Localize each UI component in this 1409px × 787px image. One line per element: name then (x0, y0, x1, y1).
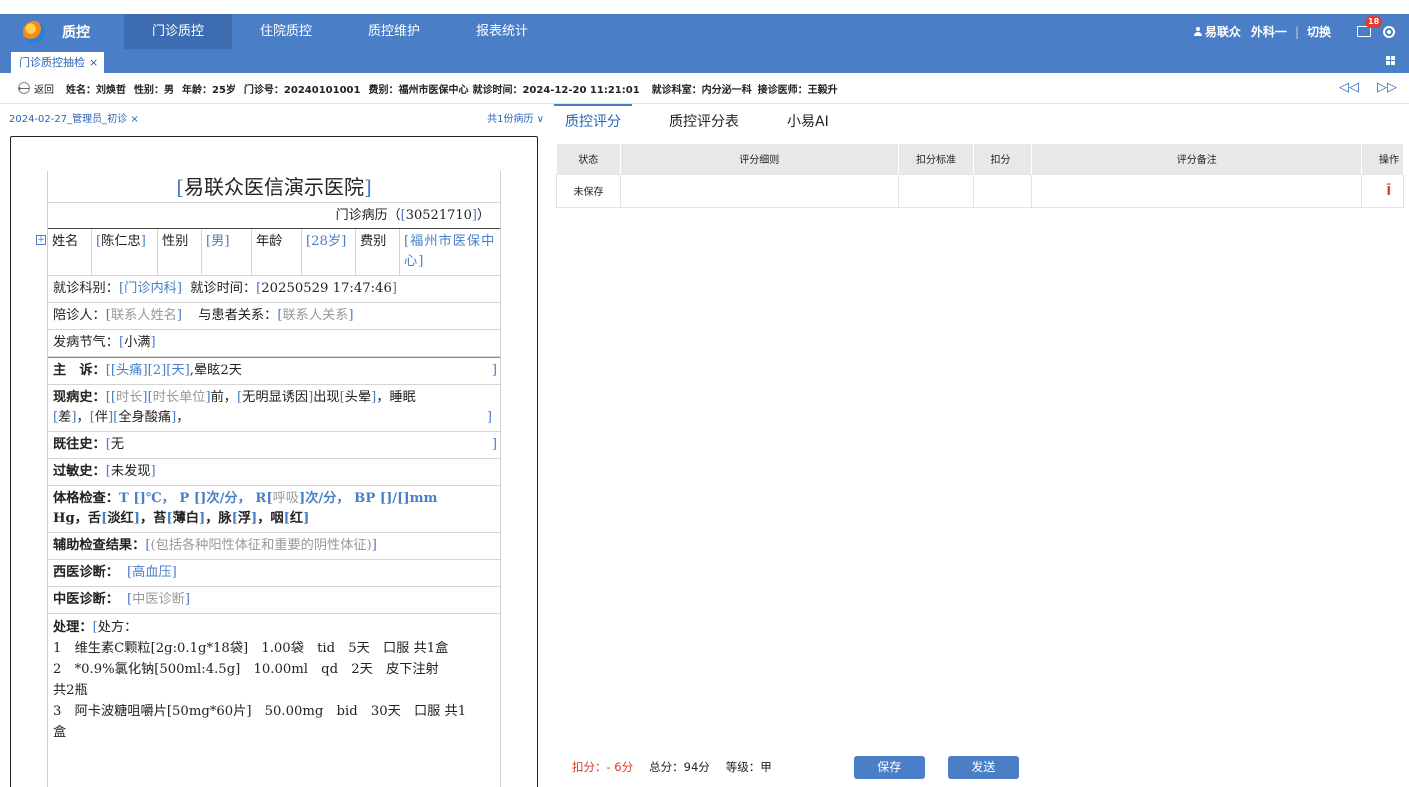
nav-outpatient-qc[interactable]: 门诊质控 (124, 14, 233, 49)
col-status: 状态 (556, 144, 621, 174)
row-deduct[interactable] (973, 173, 1033, 208)
send-button[interactable]: 发送 (947, 755, 1019, 779)
visit-department: 就诊科室：内分泌一科 (651, 84, 752, 96)
sex-label: 性别 (158, 229, 202, 275)
grade-level: 等级：甲 (725, 760, 772, 774)
close-icon[interactable]: × (130, 114, 138, 125)
row-status: 未保存 (556, 173, 621, 208)
auxiliary-exam-row: 辅助检查结果：[(包括各种阳性体征和重要的阴性体征)] (48, 533, 500, 560)
patient-age: 年龄：25岁 (182, 84, 236, 96)
qc-panel: 质控评分 质控评分表 小易AI 状态 评分细则 扣分标准 扣分 评分备注 操作 … (554, 104, 1409, 787)
tcm-diagnosis-row: 中医诊断： [中医诊断] (48, 587, 500, 614)
patient-name: 姓名：刘焕哲 (66, 84, 126, 96)
user-icon (1193, 26, 1203, 37)
message-icon[interactable]: 18 (1357, 16, 1383, 37)
attending-doctor: 接诊医师：王毅升 (757, 84, 838, 96)
treatment-row: 处理：[处方： 1 维生素C颗粒[2g:0.1g*18袋] 1.00袋 tid … (53, 620, 467, 740)
tab-qc-score-sheet[interactable]: 质控评分表 (658, 104, 750, 136)
allergy-history-row: 过敏史：[未发现] (48, 459, 500, 486)
user-dept: 外科一 (1250, 25, 1287, 39)
tab-xiaoyi-ai[interactable]: 小易AI (776, 104, 840, 136)
message-count-badge: 18 (1365, 16, 1383, 28)
name-label: 姓名 (48, 229, 92, 275)
col-action: 操作 (1361, 144, 1404, 174)
age-label: 年龄 (252, 229, 302, 275)
app-root: 质控 门诊质控 住院质控 质控维护 报表统计 易联众 外科一 | 切换 18 门… (0, 0, 1409, 787)
total-score: 总分：94分 (649, 760, 710, 774)
col-standard: 扣分标准 (898, 144, 975, 174)
name-field[interactable]: [陈仁忠] (92, 229, 158, 275)
visit-time: 就诊时间：2024-12-20 11:21:01 (472, 84, 640, 96)
previous-record-icon[interactable]: ◁◁ (1339, 81, 1359, 94)
row-action: Ī (1361, 173, 1404, 208)
record-list-header: 2024-02-27_管理员_初诊 × 共1份病历 ∨ (0, 104, 554, 126)
top-navigation-bar: 质控 门诊质控 住院质控 质控维护 报表统计 易联众 外科一 | 切换 18 (0, 14, 1409, 49)
switch-button[interactable]: 切换 (1307, 23, 1331, 40)
back-button[interactable]: 返回 (34, 81, 54, 96)
physical-exam-row: 体格检查：T []℃， P []次/分， R[呼吸]次/分， BP []/[]m… (48, 486, 500, 533)
nav-report-stats[interactable]: 报表统计 (448, 14, 556, 49)
medical-record-document: [易联众医信演示医院] 门诊病历（[30521710]） + 姓名 [陈仁忠] … (10, 136, 538, 787)
nav-qc-maintenance[interactable]: 质控维护 (340, 14, 448, 49)
patient-basic-info: + 姓名 [陈仁忠] 性别 [男] 年龄 [28岁] 费别 [福州市医保中心] (36, 229, 500, 276)
solar-term-row: 发病节气：[小满] (48, 330, 500, 357)
close-icon[interactable]: × (89, 56, 98, 69)
grid-menu-icon[interactable] (1386, 56, 1395, 65)
companion-row: 陪诊人：[联系人姓名] 与患者关系：[联系人关系] (48, 303, 500, 330)
record-count-dropdown[interactable]: 共1份病历 ∨ (487, 110, 544, 125)
score-table: 状态 评分细则 扣分标准 扣分 评分备注 操作 未保存 Ī (556, 144, 1404, 208)
col-deduct: 扣分 (973, 144, 1033, 174)
col-rule: 评分细则 (620, 144, 899, 174)
qc-tabs: 质控评分 质控评分表 小易AI (554, 104, 1409, 136)
delete-icon[interactable]: Ī (1387, 184, 1391, 198)
western-diagnosis-row: 西医诊断： [高血压] (48, 560, 500, 587)
back-icon[interactable]: ⟵ (18, 82, 30, 94)
nav-inpatient-qc[interactable]: 住院质控 (232, 14, 340, 49)
patient-info-bar: ⟵ 返回 姓名：刘焕哲 性别：男 年龄：25岁 门诊号：20240101001 … (0, 73, 1409, 104)
next-record-icon[interactable]: ▷▷ (1377, 81, 1397, 94)
expand-icon[interactable]: + (36, 235, 46, 245)
record-navigation: ◁◁ ▷▷ (1339, 81, 1397, 94)
chief-complaint-row: 主 诉：[[头痛][2][天],晕眩2天 ] (48, 357, 500, 385)
outpatient-number: 门诊号：20240101001 (243, 84, 361, 96)
save-button[interactable]: 保存 (853, 755, 925, 779)
user-name: 易联众 (1204, 25, 1241, 39)
record-paper: [易联众医信演示医院] 门诊病历（[30521710]） + 姓名 [陈仁忠] … (36, 171, 501, 787)
row-rule[interactable] (619, 173, 899, 208)
table-header: 状态 评分细则 扣分标准 扣分 评分备注 操作 (556, 144, 1404, 174)
fee-field[interactable]: [福州市医保中心] (400, 229, 500, 275)
present-illness-row: 现病史：[[时长][时长单位]前，[无明显诱因]出现[头晕]，睡眠 [差]，[伴… (48, 385, 500, 432)
page-tab-bar: 门诊质控抽检 × (0, 49, 1409, 73)
col-remark: 评分备注 (1031, 144, 1362, 174)
record-tab[interactable]: 2024-02-27_管理员_初诊 × (9, 110, 139, 125)
record-type: 门诊病历（[30521710]） (48, 203, 500, 229)
tab-qc-score[interactable]: 质控评分 (554, 104, 632, 136)
tab-label: 门诊质控抽检 (19, 56, 85, 69)
app-title: 质控 (62, 24, 90, 41)
patient-sex: 性别：男 (134, 84, 174, 96)
gear-icon[interactable] (1383, 25, 1395, 38)
app-logo (16, 14, 52, 49)
table-row: 未保存 Ī (556, 173, 1404, 208)
fee-label: 费别 (356, 229, 400, 275)
row-remark[interactable] (1031, 173, 1362, 208)
deduct-score: 扣分：- 6分 (572, 760, 634, 774)
row-standard[interactable] (897, 173, 975, 208)
divider: | (1294, 24, 1299, 39)
past-history-row: 既往史：[无 ] (48, 432, 500, 459)
score-footer: 扣分：- 6分 总分：94分 等级：甲 保存 发送 (554, 754, 1409, 780)
fee-type: 费别：福州市医保中心 (368, 84, 469, 96)
hospital-name: [易联众医信演示医院] (48, 171, 500, 203)
age-field[interactable]: [28岁] (302, 229, 356, 275)
tab-outpatient-qc-sampling[interactable]: 门诊质控抽检 × (11, 52, 105, 73)
user-area: 易联众 外科一 | 切换 18 (1193, 14, 1409, 49)
sex-field[interactable]: [男] (202, 229, 252, 275)
visit-row: 就诊科别：[门诊内科] 就诊时间：[20250529 17:47:46] (48, 276, 500, 303)
